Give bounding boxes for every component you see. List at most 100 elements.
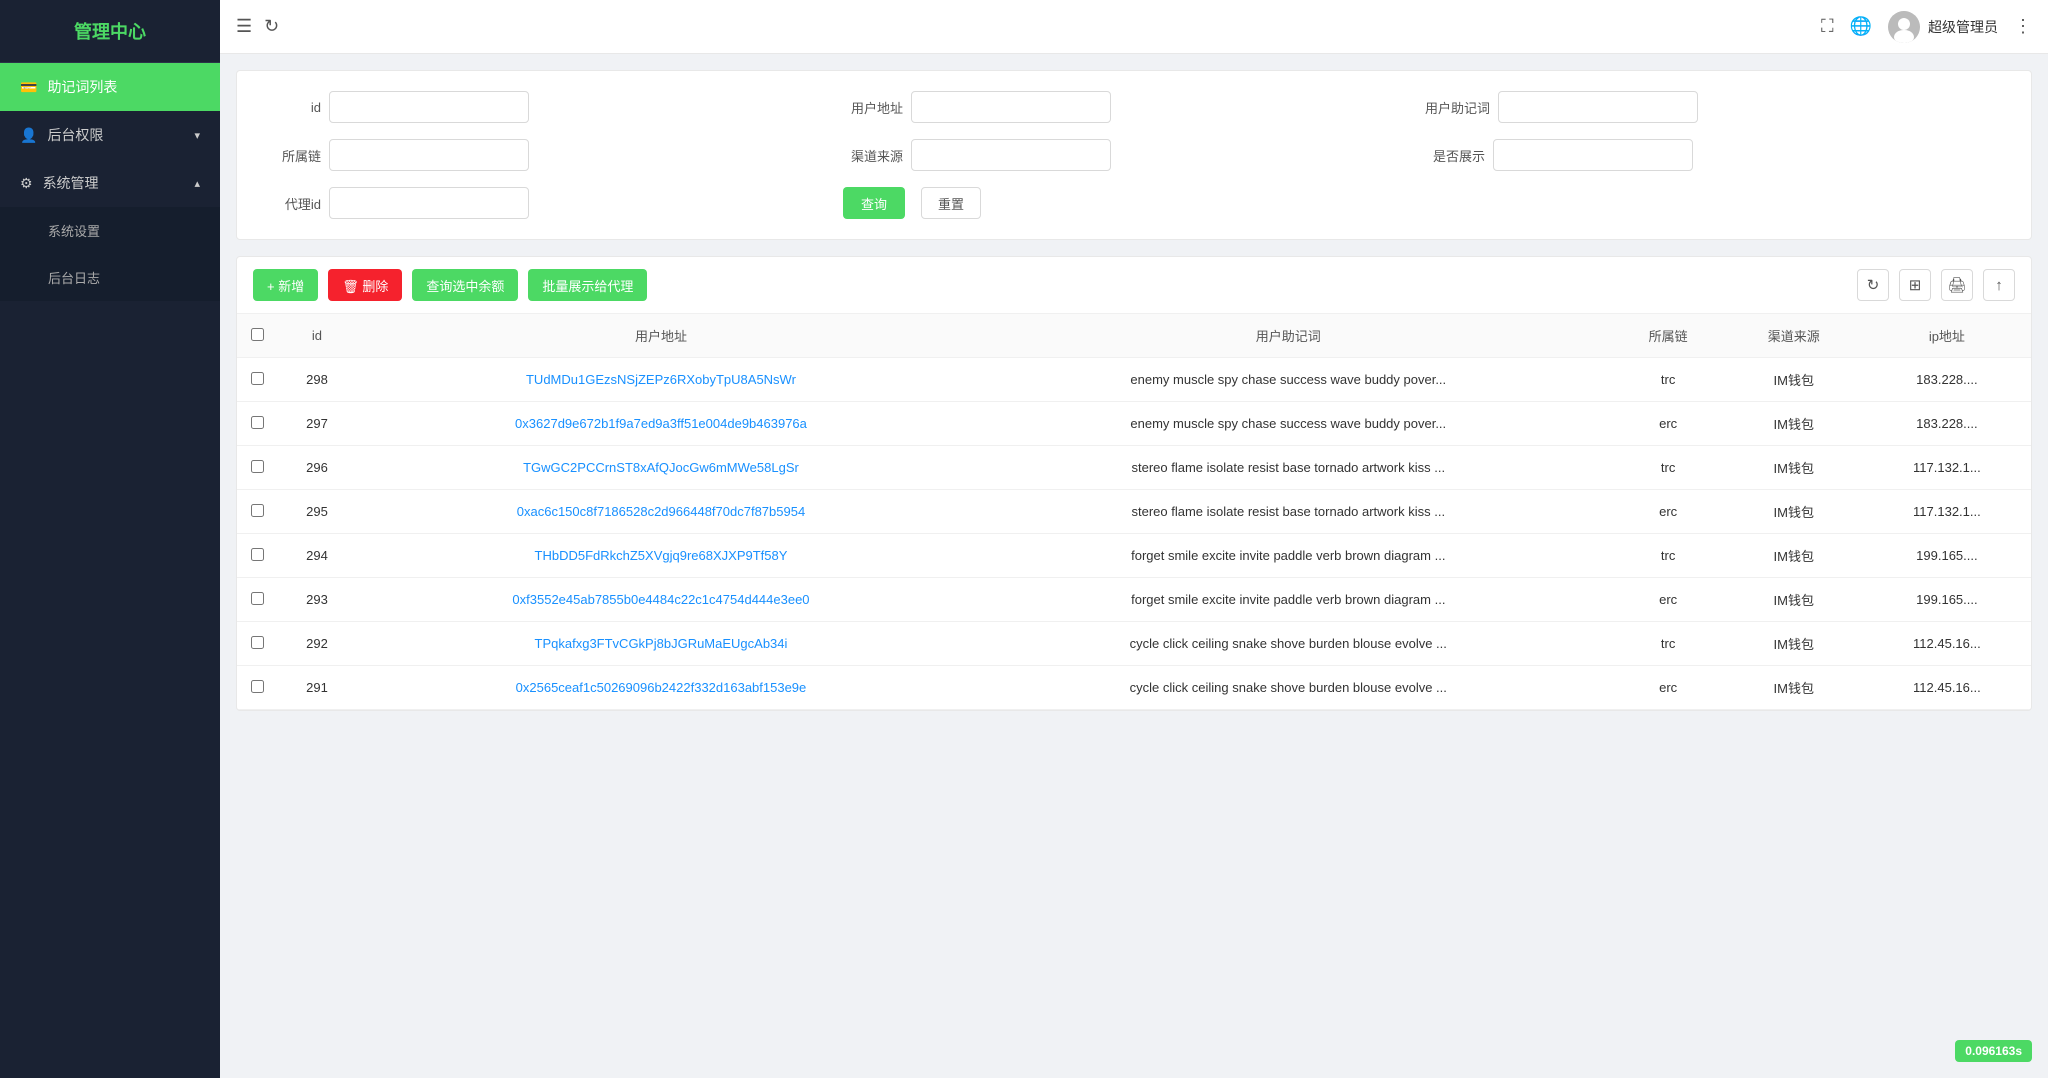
table-panel: + 新增 🗑 删除 查询选中余额 批量展示给代理 ↻ ⊞ 🖨 ↑ id (236, 256, 2032, 711)
show-label: 是否展示 (1425, 146, 1485, 165)
cell-chain: trc (1612, 446, 1725, 490)
sidebar-item-mnemonic-list[interactable]: 💳 助记词列表 (0, 63, 220, 111)
more-icon[interactable]: ⋮ (2014, 16, 2032, 37)
sidebar-item-system-settings[interactable]: 系统设置 (0, 207, 220, 254)
cell-mnemonic: stereo flame isolate resist base tornado… (965, 490, 1612, 534)
row-select-checkbox[interactable] (251, 592, 264, 605)
mnemonic-input[interactable] (1498, 91, 1698, 123)
address-input[interactable] (911, 91, 1111, 123)
cell-chain: trc (1612, 358, 1725, 402)
col-channel: 渠道来源 (1725, 314, 1863, 358)
col-id: id (277, 314, 357, 358)
table-header-row: id 用户地址 用户助记词 所属链 渠道来源 ip地址 (237, 314, 2031, 358)
menu-icon[interactable]: ☰ (236, 16, 252, 37)
table-row: 296 TGwGC2PCCrnST8xAfQJocGw6mMWe58LgSr s… (237, 446, 2031, 490)
main-content: ☰ ↻ ⛶ 🌐 超级管理员 ⋮ (220, 0, 2048, 1078)
refresh-table-button[interactable]: ↻ (1857, 269, 1889, 301)
filter-item-agent: 代理id (261, 187, 843, 219)
cell-channel: IM钱包 (1725, 446, 1863, 490)
batch-show-button[interactable]: 批量展示给代理 (528, 269, 647, 301)
cell-ip: 117.132.1... (1863, 490, 2031, 534)
cell-id: 294 (277, 534, 357, 578)
col-address: 用户地址 (357, 314, 965, 358)
cell-mnemonic: cycle click ceiling snake shove burden b… (965, 622, 1612, 666)
cell-address[interactable]: 0x3627d9e672b1f9a7ed9a3ff51e004de9b46397… (357, 402, 965, 446)
search-button[interactable]: 查询 (843, 187, 905, 219)
cell-channel: IM钱包 (1725, 622, 1863, 666)
row-select-checkbox[interactable] (251, 372, 264, 385)
table-row: 297 0x3627d9e672b1f9a7ed9a3ff51e004de9b4… (237, 402, 2031, 446)
query-balance-button[interactable]: 查询选中余额 (412, 269, 518, 301)
sidebar-item-backend-perms[interactable]: 👤 后台权限 ▾ (0, 111, 220, 159)
table-row: 293 0xf3552e45ab7855b0e4484c22c1c4754d44… (237, 578, 2031, 622)
row-select-checkbox[interactable] (251, 416, 264, 429)
select-all-checkbox[interactable] (251, 328, 264, 341)
row-checkbox (237, 358, 277, 402)
cell-address[interactable]: 0xf3552e45ab7855b0e4484c22c1c4754d444e3e… (357, 578, 965, 622)
row-checkbox (237, 534, 277, 578)
cell-mnemonic: enemy muscle spy chase success wave budd… (965, 402, 1612, 446)
system-mgmt-icon: ⚙ (20, 175, 33, 192)
username-label: 超级管理员 (1928, 17, 1998, 37)
page-content: id 用户地址 用户助记词 所属链 渠道来源 (220, 54, 2048, 1078)
table-row: 294 THbDD5FdRkchZ5XVgjq9re68XJXP9Tf58Y f… (237, 534, 2031, 578)
agent-label: 代理id (261, 194, 321, 213)
sidebar-item-backend-log[interactable]: 后台日志 (0, 254, 220, 301)
cell-channel: IM钱包 (1725, 358, 1863, 402)
header: ☰ ↻ ⛶ 🌐 超级管理员 ⋮ (220, 0, 2048, 54)
filter-item-address: 用户地址 (843, 91, 1425, 123)
id-input[interactable] (329, 91, 529, 123)
refresh-icon[interactable]: ↻ (264, 16, 279, 37)
mnemonic-label: 用户助记词 (1425, 98, 1490, 117)
row-select-checkbox[interactable] (251, 548, 264, 561)
table-row: 292 TPqkafxg3FTvCGkPj8bJGRuMaEUgcAb34i c… (237, 622, 2031, 666)
table-body: 298 TUdMDu1GEzsNSjZEPz6RXobyTpU8A5NsWr e… (237, 358, 2031, 710)
address-label: 用户地址 (843, 98, 903, 117)
sidebar: 管理中心 💳 助记词列表 👤 后台权限 ▾ ⚙ 系统管理 ▴ 系统设置 后台日志 (0, 0, 220, 1078)
cell-ip: 112.45.16... (1863, 622, 2031, 666)
channel-input[interactable] (911, 139, 1111, 171)
fullscreen-icon[interactable]: ⛶ (1821, 16, 1834, 37)
export-button[interactable]: ↑ (1983, 269, 2015, 301)
sidebar-submenu-system: 系统设置 后台日志 (0, 207, 220, 301)
cell-channel: IM钱包 (1725, 578, 1863, 622)
cell-address[interactable]: TGwGC2PCCrnST8xAfQJocGw6mMWe58LgSr (357, 446, 965, 490)
user-menu[interactable]: 超级管理员 (1888, 11, 1998, 43)
header-left: ☰ ↻ (236, 16, 1809, 37)
row-checkbox (237, 578, 277, 622)
globe-icon[interactable]: 🌐 (1850, 16, 1872, 37)
row-select-checkbox[interactable] (251, 460, 264, 473)
row-select-checkbox[interactable] (251, 680, 264, 693)
sidebar-item-label: 系统管理 (43, 173, 99, 193)
performance-badge: 0.096163s (1955, 1040, 2032, 1062)
row-select-checkbox[interactable] (251, 636, 264, 649)
filter-row-3: 代理id 查询 重置 (261, 187, 2007, 219)
cell-address[interactable]: TPqkafxg3FTvCGkPj8bJGRuMaEUgcAb34i (357, 622, 965, 666)
cell-ip: 112.45.16... (1863, 666, 2031, 710)
reset-button[interactable]: 重置 (921, 187, 981, 219)
cell-address[interactable]: 0x2565ceaf1c50269096b2422f332d163abf153e… (357, 666, 965, 710)
cell-address[interactable]: TUdMDu1GEzsNSjZEPz6RXobyTpU8A5NsWr (357, 358, 965, 402)
agent-input[interactable] (329, 187, 529, 219)
sidebar-item-system-mgmt[interactable]: ⚙ 系统管理 ▴ (0, 159, 220, 207)
chain-input[interactable] (329, 139, 529, 171)
sidebar-item-label: 系统设置 (48, 221, 100, 240)
channel-label: 渠道来源 (843, 146, 903, 165)
table-row: 295 0xac6c150c8f7186528c2d966448f70dc7f8… (237, 490, 2031, 534)
cell-id: 298 (277, 358, 357, 402)
print-button[interactable]: 🖨 (1941, 269, 1973, 301)
cell-chain: erc (1612, 578, 1725, 622)
sidebar-item-label: 助记词列表 (47, 77, 117, 97)
row-checkbox (237, 490, 277, 534)
delete-button[interactable]: 🗑 删除 (328, 269, 402, 301)
cell-address[interactable]: 0xac6c150c8f7186528c2d966448f70dc7f87b59… (357, 490, 965, 534)
column-settings-button[interactable]: ⊞ (1899, 269, 1931, 301)
cell-address[interactable]: THbDD5FdRkchZ5XVgjq9re68XJXP9Tf58Y (357, 534, 965, 578)
table-row: 298 TUdMDu1GEzsNSjZEPz6RXobyTpU8A5NsWr e… (237, 358, 2031, 402)
filter-item-show: 是否展示 (1425, 139, 2007, 171)
cell-ip: 183.228.... (1863, 358, 2031, 402)
add-button[interactable]: + 新增 (253, 269, 318, 301)
row-select-checkbox[interactable] (251, 504, 264, 517)
show-input[interactable] (1493, 139, 1693, 171)
filter-item-mnemonic: 用户助记词 (1425, 91, 2007, 123)
